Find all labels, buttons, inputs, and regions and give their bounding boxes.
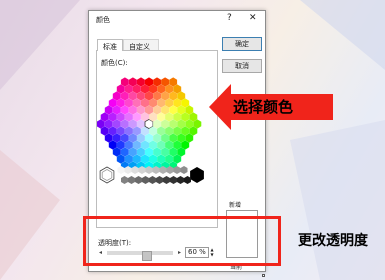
gray-swatch[interactable] <box>159 166 167 174</box>
gray-swatch[interactable] <box>173 166 181 174</box>
ok-button[interactable]: 确定 <box>222 37 262 51</box>
white-swatch-inner[interactable] <box>101 169 113 181</box>
gray-swatch[interactable] <box>138 166 146 174</box>
gray-swatch[interactable] <box>135 176 142 184</box>
grayscale-swatches[interactable] <box>97 158 217 190</box>
sizing-handle[interactable] <box>262 274 265 277</box>
new-color-label: 新增 <box>229 202 242 209</box>
gray-swatch[interactable] <box>152 166 160 174</box>
help-button[interactable]: ? <box>227 13 232 23</box>
black-swatch[interactable] <box>190 167 204 183</box>
gray-swatch[interactable] <box>142 176 149 184</box>
transparency-highlight-box <box>83 216 281 266</box>
gray-swatch[interactable] <box>177 176 184 184</box>
dialog-title: 颜色 <box>96 16 110 24</box>
gray-swatch[interactable] <box>149 176 156 184</box>
gray-swatch[interactable] <box>166 166 174 174</box>
dialog-titlebar[interactable]: 颜色 ? ✕ <box>89 11 265 27</box>
gray-swatch[interactable] <box>131 166 139 174</box>
choose-color-callout: 选择颜色 <box>233 98 294 116</box>
gray-swatch[interactable] <box>180 166 188 174</box>
close-button[interactable]: ✕ <box>249 13 257 23</box>
gray-swatch[interactable] <box>156 176 163 184</box>
gray-swatch[interactable] <box>163 176 170 184</box>
gray-swatch[interactable] <box>121 176 128 184</box>
gray-swatch[interactable] <box>145 166 153 174</box>
tab-standard[interactable]: 标准 <box>97 39 123 51</box>
gray-swatch[interactable] <box>184 176 191 184</box>
gray-swatch[interactable] <box>117 166 125 174</box>
gray-swatch[interactable] <box>128 176 135 184</box>
gray-swatch[interactable] <box>124 166 132 174</box>
cancel-button[interactable]: 取消 <box>222 59 262 73</box>
change-transparency-callout: 更改透明度 <box>298 233 368 249</box>
gray-swatch[interactable] <box>170 176 177 184</box>
